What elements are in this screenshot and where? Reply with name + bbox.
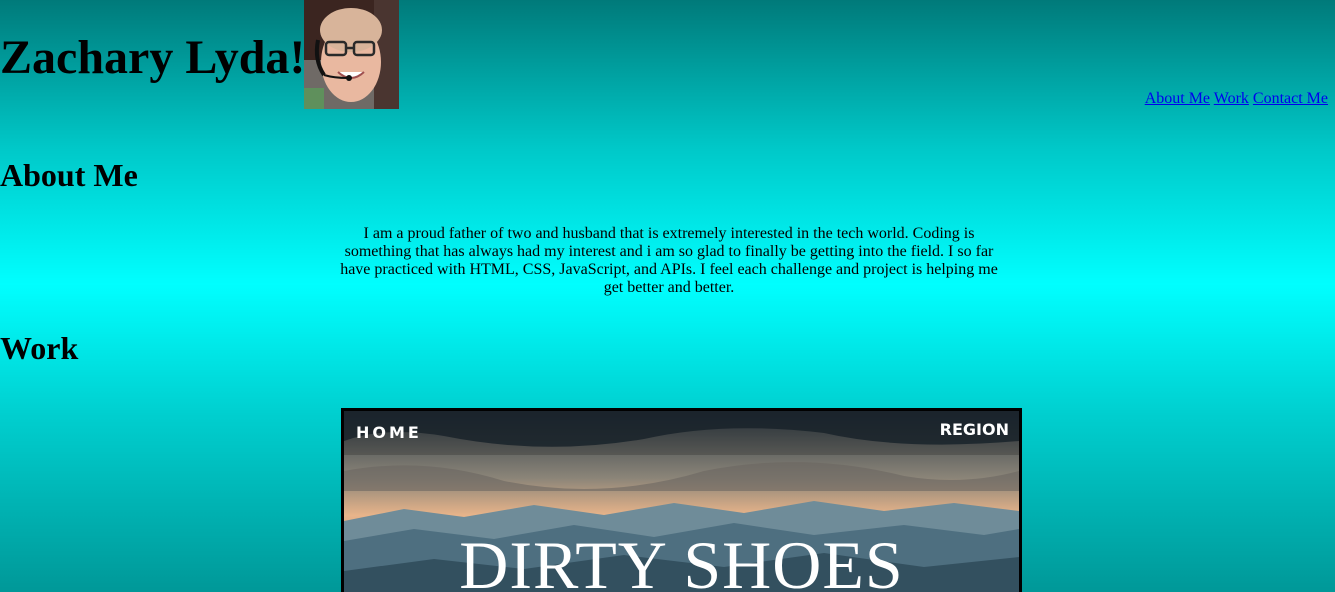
about-text: I am a proud father of two and husband t… xyxy=(340,225,998,296)
main-nav: About Me Work Contact Me xyxy=(1145,89,1328,109)
avatar xyxy=(304,0,399,109)
site-title: Zachary Lyda! xyxy=(0,31,306,84)
nav-link-contact-me[interactable]: Contact Me xyxy=(1253,90,1328,107)
project-card-dirty-shoes[interactable]: HOME REGION DIRTY SHOES xyxy=(341,408,1022,592)
site-header: Zachary Lyda! About Me Work Contact Me xyxy=(0,0,1335,110)
nav-link-about-me[interactable]: About Me xyxy=(1145,90,1210,107)
card-title: DIRTY SHOES xyxy=(459,527,904,592)
card-nav-region[interactable]: REGION xyxy=(940,420,1009,439)
card-nav-home[interactable]: HOME xyxy=(356,423,422,442)
work-heading: Work xyxy=(0,330,79,366)
portrait-photo-icon xyxy=(304,0,399,109)
nav-link-work[interactable]: Work xyxy=(1214,90,1249,107)
about-heading: About Me xyxy=(0,157,138,193)
